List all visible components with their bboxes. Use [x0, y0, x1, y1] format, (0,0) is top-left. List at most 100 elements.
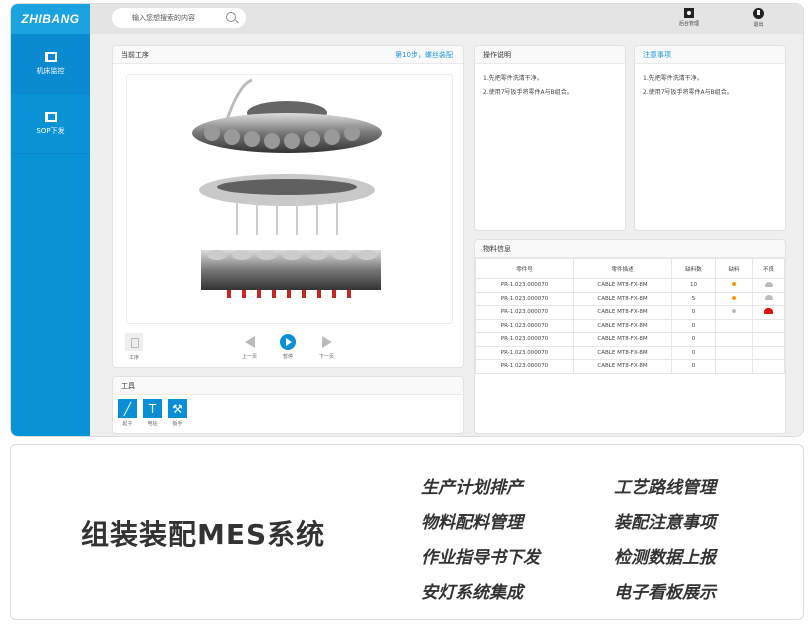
table-row[interactable]: PR-1.023.000070 CABLE MT8-FX-8M 0 — [475, 359, 785, 374]
shortage-cell — [715, 278, 753, 293]
panel-header: 注意事项 — [635, 46, 785, 64]
part-desc-cell: CABLE MT8-FX-8M — [573, 332, 672, 347]
column-header: 零件描述 — [573, 258, 672, 279]
wrench-icon: ⚒ — [168, 399, 187, 418]
logo: ZHIBANG — [11, 4, 90, 34]
logout-button[interactable]: 退出 — [753, 8, 764, 28]
search-input[interactable]: 输入您想搜索的内容 — [112, 8, 246, 28]
panel-header: 物料信息 — [475, 240, 785, 258]
part-desc-cell: CABLE MT8-FX-8M — [573, 291, 672, 306]
defect-cloud-icon[interactable] — [764, 281, 773, 287]
defect-cell — [752, 305, 785, 320]
part-number-cell: PR-1.023.000070 — [475, 359, 574, 374]
table-row[interactable]: PR-1.023.000070 CABLE MT8-FX-8M 0 — [475, 318, 785, 333]
panel-title: 注意事项 — [643, 50, 671, 59]
tool-screwdriver[interactable]: ╱ 起子 — [118, 399, 137, 427]
defect-cell — [752, 278, 785, 293]
shortage-qty-cell: 0 — [671, 318, 716, 333]
shortage-cell — [715, 318, 753, 333]
admin-label: 后台管理 — [679, 21, 700, 27]
defect-cell — [752, 332, 785, 347]
column-header: 零件号 — [475, 258, 574, 279]
admin-button[interactable]: 后台管理 — [679, 8, 699, 27]
prev-page-button[interactable]: 上一页 — [242, 336, 257, 360]
tool-drill[interactable]: T 电钻 — [143, 399, 162, 427]
note-line: 2.使用7号扳手将零件A与B组合。 — [643, 89, 733, 96]
feature-item: 装配注意事项 — [614, 513, 716, 533]
shortage-cell — [715, 345, 753, 360]
play-icon — [280, 334, 296, 350]
tools-panel: 工具 ╱ 起子 T 电钻 ⚒ 扳手 — [112, 376, 464, 434]
assembly-image — [126, 74, 453, 324]
sidebar-item-label: SOP下发 — [36, 126, 65, 135]
notes-panel: 注意事项 1.先把零件洗清干净。 2.使用7号扳手将零件A与B组合。 — [634, 45, 786, 231]
process-button[interactable]: 工序 — [125, 333, 143, 361]
shortage-warning-icon — [732, 295, 736, 300]
part-number-cell: PR-1.023.000070 — [475, 332, 574, 347]
table-row[interactable]: PR-1.023.000070 CABLE MT8-FX-8M 0 — [475, 305, 785, 320]
panel-title: 操作说明 — [483, 50, 511, 59]
shortage-cell — [715, 332, 753, 347]
sidebar-item-sop[interactable]: SOP下发 — [11, 94, 90, 154]
step-label: 第10步，螺丝装配 — [395, 50, 453, 59]
feature-item: 安灯系统集成 — [421, 583, 523, 603]
shortage-cell — [715, 305, 753, 320]
prev-icon — [244, 336, 255, 348]
power-icon — [753, 8, 764, 19]
materials-panel: 物料信息 零件号 零件描述 缺料数 缺料 不良 PR-1.023.000070 C… — [474, 239, 786, 434]
panel-title: 工具 — [121, 381, 135, 390]
column-header: 缺料 — [715, 258, 753, 279]
tool-label: 扳手 — [172, 421, 183, 427]
current-step-panel: 当前工序 第10步，螺丝装配 工序 上一页 暂停 下一页 — [112, 45, 464, 368]
defect-alert-cloud-icon[interactable] — [764, 308, 773, 315]
part-number-cell: PR-1.023.000070 — [475, 318, 574, 333]
feature-item: 作业指导书下发 — [421, 548, 540, 568]
process-label: 工序 — [128, 355, 139, 361]
feature-item: 工艺路线管理 — [614, 478, 716, 498]
shortage-cell — [715, 291, 753, 306]
panel-header: 当前工序 第10步，螺丝装配 — [113, 46, 463, 64]
defect-cloud-icon[interactable] — [764, 295, 773, 301]
part-desc-cell: CABLE MT8-FX-8M — [573, 359, 672, 374]
sidebar-item-label: 机床监控 — [36, 66, 65, 75]
panel-header: 工具 — [113, 377, 463, 395]
tool-wrench[interactable]: ⚒ 扳手 — [168, 399, 187, 427]
table-row[interactable]: PR-1.023.000070 CABLE MT8-FX-8M 10 — [475, 278, 785, 293]
table-row[interactable]: PR-1.023.000070 CABLE MT8-FX-8M 0 — [475, 332, 785, 347]
table-header: 零件号 零件描述 缺料数 缺料 不良 — [475, 258, 785, 279]
top-bar: ZHIBANG 输入您想搜索的内容 后台管理 退出 — [11, 4, 803, 34]
part-number-cell: PR-1.023.000070 — [475, 345, 574, 360]
pause-button[interactable]: 暂停 — [280, 334, 296, 360]
promo-title: 组装装配MES系统 — [81, 518, 326, 551]
logout-label: 退出 — [753, 22, 764, 28]
shortage-qty-cell: 0 — [671, 332, 716, 347]
feature-item: 物料配料管理 — [421, 513, 523, 533]
shortage-qty-cell: 0 — [671, 359, 716, 374]
table-row[interactable]: PR-1.023.000070 CABLE MT8-FX-8M 0 — [475, 345, 785, 360]
feature-item: 检测数据上报 — [614, 548, 716, 568]
instructions-panel: 操作说明 1.先把零件洗清干净。 2.使用7号扳手将零件A与B组合。 — [474, 45, 626, 231]
sidebar: 机床监控 SOP下发 — [11, 34, 90, 436]
shortage-cell — [715, 359, 753, 374]
defect-cell — [752, 345, 785, 360]
next-label: 下一页 — [319, 354, 335, 360]
prev-label: 上一页 — [242, 354, 258, 360]
shortage-warning-icon — [732, 282, 736, 287]
next-page-button[interactable]: 下一页 — [319, 336, 334, 360]
promo-section: 组装装配MES系统 生产计划排产 物料配料管理 作业指导书下发 安灯系统集成 工… — [10, 444, 804, 620]
document-icon — [125, 333, 143, 351]
sidebar-item-machine-monitor[interactable]: 机床监控 — [11, 34, 90, 94]
defect-cell — [752, 318, 785, 333]
pause-label: 暂停 — [282, 354, 293, 360]
search-placeholder: 输入您想搜索的内容 — [132, 14, 195, 22]
monitor-icon — [684, 8, 694, 18]
part-desc-cell: CABLE MT8-FX-8M — [573, 305, 672, 320]
screwdriver-icon: ╱ — [118, 399, 137, 418]
shortage-ok-icon — [732, 309, 736, 314]
column-header: 缺料数 — [671, 258, 716, 279]
panel-header: 操作说明 — [475, 46, 625, 64]
part-number-cell: PR-1.023.000070 — [475, 278, 574, 293]
search-icon[interactable] — [226, 12, 236, 22]
table-row[interactable]: PR-1.023.000070 CABLE MT8-FX-8M 5 — [475, 291, 785, 306]
tool-label: 起子 — [122, 421, 133, 427]
